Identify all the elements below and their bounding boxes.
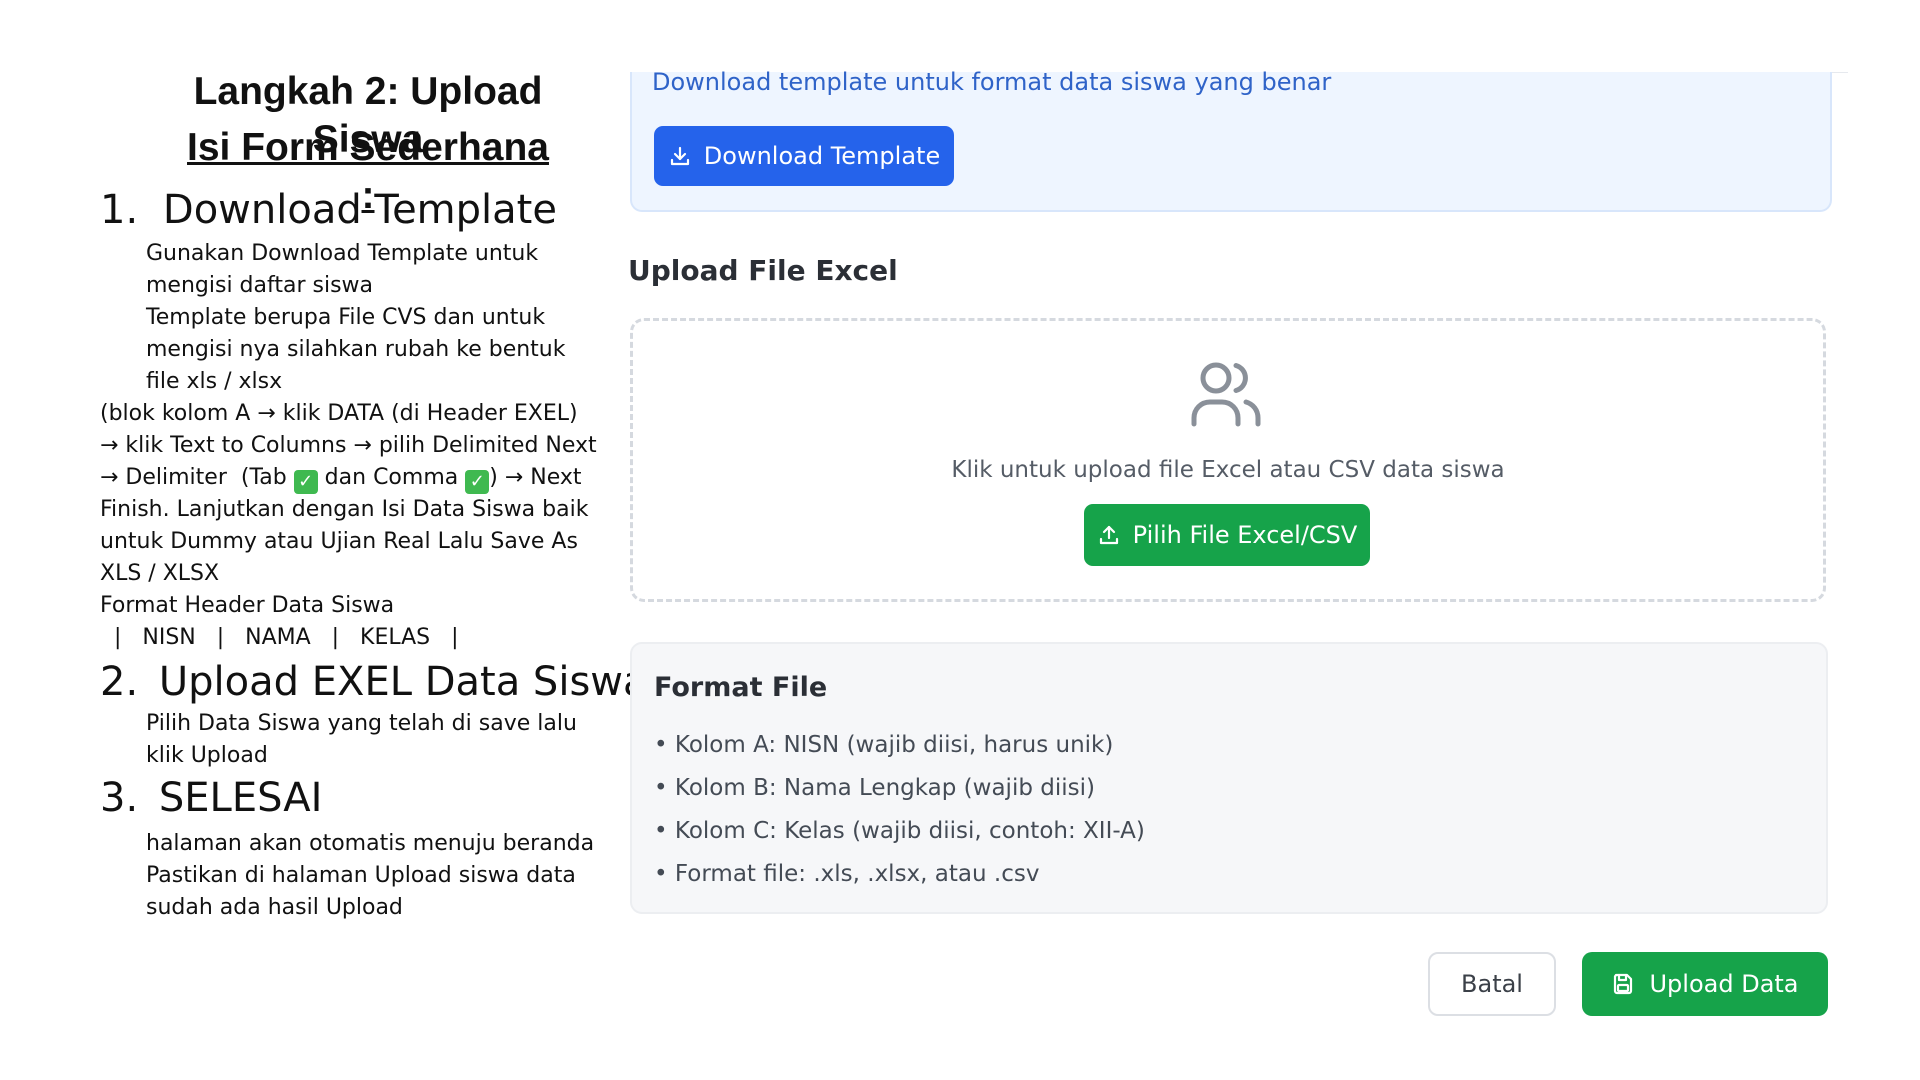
step-2-title: Upload EXEL Data Siswa [158, 659, 648, 705]
template-info-text: Download template untuk format data sisw… [652, 68, 1332, 96]
step-3-line: sudah ada hasil Upload [146, 895, 403, 920]
download-icon [670, 146, 689, 166]
instruction-line: Format Header Data Siswa [100, 593, 395, 618]
instruction-line: XLS / XLSX [100, 561, 220, 586]
format-item: Kolom A: NISN (wajib diisi, harus unik) [654, 724, 1145, 767]
upload-icon [1099, 525, 1118, 545]
upload-section-title: Upload File Excel [628, 254, 898, 287]
dropzone-text: Klik untuk upload file Excel atau CSV da… [951, 457, 1505, 483]
format-title: Format File [654, 672, 828, 703]
step-3-line: halaman akan otomatis menuju beranda [146, 831, 595, 856]
users-icon [1191, 362, 1261, 427]
save-icon [1614, 973, 1633, 995]
step-2-line: klik Upload [146, 743, 268, 768]
format-item: Kolom B: Nama Lengkap (wajib diisi) [654, 767, 1145, 810]
step-2-description: Pilih Data Siswa yang telah di save lalu… [146, 708, 577, 772]
instruction-text: ) → Next [489, 465, 582, 490]
header-format-line: | NISN | NAMA | KELAS | [100, 625, 459, 650]
instruction-line: untuk Dummy atau Ujian Real Lalu Save As [100, 529, 578, 554]
instruction-line: (blok kolom A → klik DATA (di Header EXE… [100, 401, 578, 426]
step-3-description: halaman akan otomatis menuju beranda Pas… [146, 828, 594, 924]
step-3-line: Pastikan di halaman Upload siswa data [146, 863, 576, 888]
checkmark-icon: ✓ [293, 470, 318, 494]
checkmark-icon: ✓ [465, 470, 490, 494]
instruction-line: → klik Text to Columns → pilih Delimited… [100, 433, 597, 458]
cancel-button[interactable]: Batal [1428, 952, 1556, 1016]
step-1-line: Gunakan Download Template untuk [146, 241, 539, 266]
step-1-line: mengisi daftar siswa [146, 273, 374, 298]
choose-file-label: Pilih File Excel/CSV [1132, 521, 1358, 549]
step-1-description: Gunakan Download Template untuk mengisi … [146, 238, 565, 398]
step-1-instructions: (blok kolom A → klik DATA (di Header EXE… [100, 398, 597, 654]
download-template-button[interactable]: Download Template [654, 126, 954, 186]
instruction-text: dan Comma [317, 465, 466, 490]
upload-data-button[interactable]: Upload Data [1582, 952, 1828, 1016]
step-1-line: Template berupa File CVS dan untuk [146, 305, 546, 330]
instruction-line: Finish. Lanjutkan dengan Isi Data Siswa … [100, 497, 589, 522]
format-item: Kolom C: Kelas (wajib diisi, contoh: XII… [654, 810, 1145, 853]
instruction-text: → Delimiter (Tab [100, 465, 294, 490]
step-1-heading: 1. Download Template [100, 186, 557, 234]
step-1-title: Download Template [162, 187, 557, 233]
step-2-number: 2. [100, 659, 139, 705]
step-1-number: 1. [100, 187, 139, 233]
step-2-line: Pilih Data Siswa yang telah di save lalu [146, 711, 577, 736]
step-3-title: SELESAI [158, 775, 323, 821]
step-3-number: 3. [100, 775, 139, 821]
choose-file-button[interactable]: Pilih File Excel/CSV [1084, 504, 1370, 566]
step-1-line: file xls / xlsx [146, 369, 283, 394]
format-list: Kolom A: NISN (wajib diisi, harus unik) … [654, 724, 1145, 896]
instruction-line-delimiter: → Delimiter (Tab ✓ dan Comma ✓) → Next [100, 462, 597, 494]
format-item: Format file: .xls, .xlsx, atau .csv [654, 853, 1145, 896]
step-3-heading: 3. SELESAI [100, 774, 322, 822]
step-2-heading: 2. Upload EXEL Data Siswa [100, 658, 648, 706]
download-template-label: Download Template [703, 142, 941, 170]
step-1-line: mengisi nya silahkan rubah ke bentuk [146, 337, 566, 362]
upload-data-label: Upload Data [1649, 970, 1799, 998]
